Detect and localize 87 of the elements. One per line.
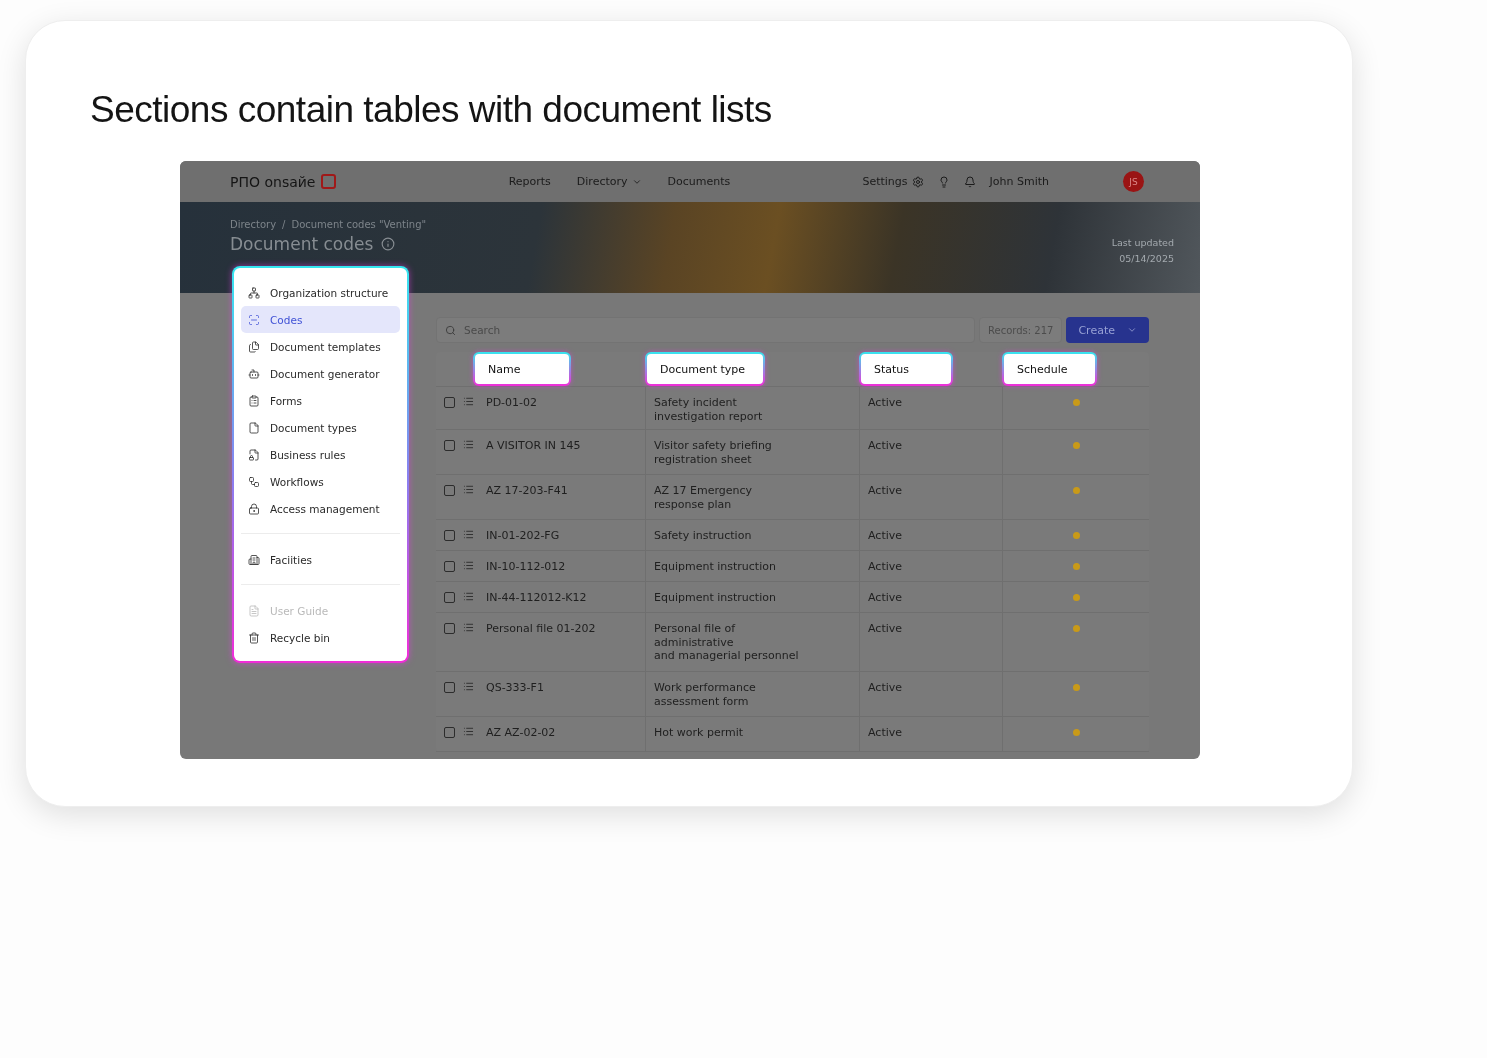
list-icon[interactable] <box>463 726 474 737</box>
sidebar-item[interactable]: Document types <box>241 414 400 441</box>
table-cell: AZ AZ-02-02 <box>486 726 556 740</box>
table-cell: IN-44-112012-K12 <box>486 591 587 605</box>
hierarchy-icon <box>248 286 260 299</box>
sidebar-item[interactable]: Organization structure <box>241 279 400 306</box>
table-cell: Active <box>868 560 903 574</box>
table-cell: IN-10-112-012 <box>486 560 566 574</box>
breadcrumb-link[interactable]: Document codes "Venting" <box>291 219 427 230</box>
row-checkbox[interactable] <box>444 682 455 693</box>
document-icon <box>248 421 260 434</box>
list-icon[interactable] <box>463 681 474 692</box>
table-cell: AZ 17-203-F41 <box>486 484 568 498</box>
row-checkbox[interactable] <box>444 530 455 541</box>
lightbulb-icon[interactable] <box>937 175 950 188</box>
row-checkbox[interactable] <box>444 397 455 408</box>
list-icon[interactable] <box>463 622 474 633</box>
table-cell: Safety incident investigation report <box>654 396 763 423</box>
settings-icon <box>911 175 924 188</box>
table-cell: AZ 17 Emergency response plan <box>654 484 753 511</box>
last-updated-date: 05/14/2025 <box>1118 252 1174 266</box>
lock-icon <box>248 502 260 515</box>
workflow-icon <box>248 475 260 488</box>
table-cell: Active <box>868 396 903 410</box>
slide-heading: Sections contain tables with document lists <box>90 89 773 131</box>
clipboard-icon <box>248 394 260 407</box>
info-icon[interactable] <box>381 237 396 251</box>
robot-icon <box>248 367 260 380</box>
table-cell: Work performance assessment form <box>654 681 756 708</box>
sidebar-item[interactable]: Document generator <box>241 360 400 387</box>
notifications-icon[interactable] <box>963 175 976 188</box>
row-checkbox[interactable] <box>444 561 455 572</box>
table-cell: Equipment instruction <box>654 560 776 574</box>
table-cell: Active <box>868 484 903 498</box>
table-cell: QS-333-F1 <box>486 681 544 695</box>
search-icon <box>445 324 456 336</box>
sidebar-item[interactable]: Business rules <box>241 441 400 468</box>
list-icon[interactable] <box>463 560 474 571</box>
sidebar-item[interactable]: Codes <box>241 306 400 333</box>
create-button[interactable]: Create <box>1066 317 1149 343</box>
table-cell: Active <box>868 726 903 740</box>
trash-icon <box>248 631 260 644</box>
row-checkbox[interactable] <box>444 592 455 603</box>
table-cell: Active <box>868 681 903 695</box>
table-cell: Active <box>868 591 903 605</box>
table-cell: Active <box>868 622 903 636</box>
document-lock-icon <box>248 448 260 461</box>
table-cell: PD-01-02 <box>486 396 538 410</box>
row-checkbox[interactable] <box>444 440 455 451</box>
column-header[interactable]: Name <box>473 352 571 386</box>
list-icon[interactable] <box>463 439 474 450</box>
table-cell: Personal file of administrative and managerial personnel <box>654 622 799 663</box>
table-cell: A VISITOR IN 145 <box>486 439 581 453</box>
row-checkbox[interactable] <box>444 727 455 738</box>
column-header[interactable]: Document type <box>645 352 765 386</box>
table-cell: IN-01-202-FG <box>486 529 560 543</box>
table-cell: Active <box>868 529 903 543</box>
list-icon[interactable] <box>463 396 474 407</box>
table-cell: Hot work permit <box>654 726 744 740</box>
sidebar-item[interactable]: Forms <box>241 387 400 414</box>
column-header[interactable]: Schedule <box>1002 352 1097 386</box>
sidebar-item[interactable]: Workflows <box>241 468 400 495</box>
list-icon[interactable] <box>463 591 474 602</box>
document-icon <box>248 604 260 617</box>
table-cell: Safety instruction <box>654 529 752 543</box>
row-checkbox[interactable] <box>444 623 455 634</box>
list-icon[interactable] <box>463 484 474 495</box>
list-icon[interactable] <box>463 529 474 540</box>
table-cell: Equipment instruction <box>654 591 776 605</box>
breadcrumb-separator: / <box>282 219 286 230</box>
table-cell: Personal file 01-202 <box>486 622 596 636</box>
table-cell: Visitor safety briefing registration sheet <box>654 439 772 466</box>
files-icon <box>248 340 260 353</box>
page-title: Document codes <box>230 234 374 254</box>
row-checkbox[interactable] <box>444 485 455 496</box>
logo-square-icon <box>321 174 337 189</box>
sidebar-item[interactable]: Faciities <box>241 546 400 573</box>
building-icon <box>248 553 260 566</box>
sidebar-item[interactable]: Access management <box>241 495 400 522</box>
app-logo[interactable]: РПО onsaйe <box>230 173 316 190</box>
chevron-down-icon <box>1127 325 1137 335</box>
breadcrumb-link[interactable]: Directory <box>230 219 277 230</box>
sidebar-item[interactable]: Recycle bin <box>241 624 400 651</box>
last-updated-label: Last updated <box>1111 236 1174 250</box>
column-header[interactable]: Status <box>859 352 953 386</box>
table-cell: Active <box>868 439 903 453</box>
sidebar-item[interactable]: Document templates <box>241 333 400 360</box>
